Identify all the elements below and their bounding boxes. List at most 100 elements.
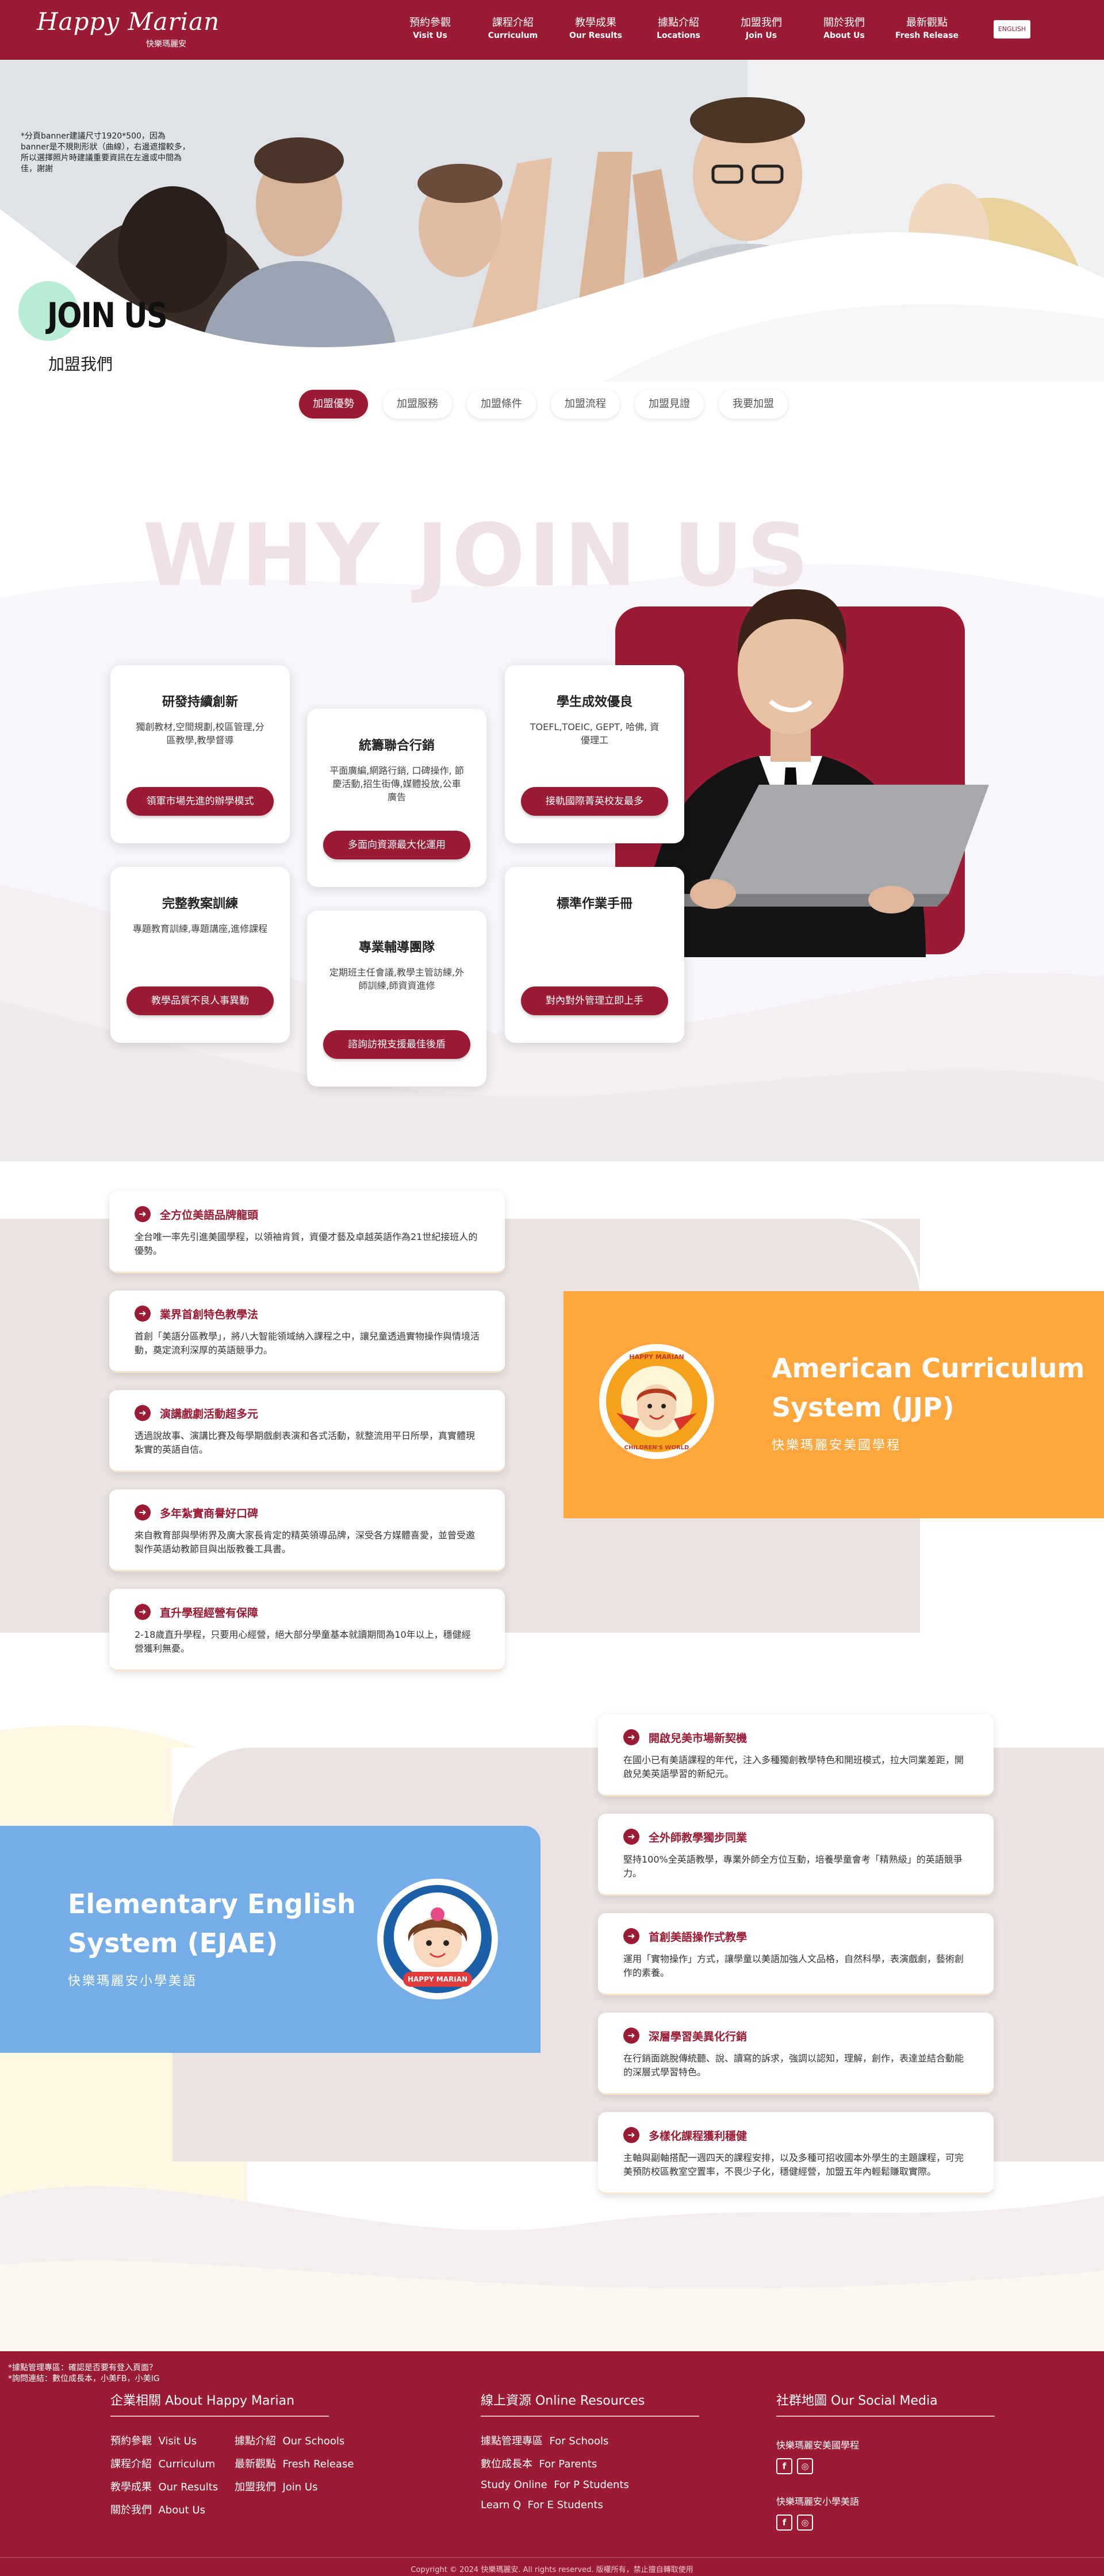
nav-about-us[interactable]: 關於我們 About Us xyxy=(803,16,885,41)
card-button[interactable]: 接軌國際菁英校友最多 xyxy=(521,787,668,816)
nav-label-en: Curriculum xyxy=(488,31,538,40)
nav-our-results[interactable]: 教學成果 Our Results xyxy=(554,16,637,41)
happy-marian-elementary-badge-logo: HAPPY MARIAN xyxy=(377,1879,498,1999)
banner-size-note: *分頁banner建議尺寸1920*500，因為banner是不規則形狀（曲線）… xyxy=(21,132,190,174)
feature-desc: 全台唯一率先引進美國學程，以領袖肯質，資優才藝及卓越英語作為21世紀接班人的優勢… xyxy=(135,1231,478,1256)
social-icons: f ◎ xyxy=(776,2458,995,2474)
card-button[interactable]: 教學品質不良人事異動 xyxy=(126,986,274,1015)
tab-process[interactable]: 加盟流程 xyxy=(551,390,620,419)
nav-label-zh: 最新觀點 xyxy=(906,17,948,29)
footer-link-about-us[interactable]: 關於我們 About Us xyxy=(110,2502,235,2517)
badge-top-text: HAPPY MARIAN xyxy=(629,1353,684,1361)
social-group-label: 快樂瑪麗安美國學程 xyxy=(776,2440,860,2451)
card-title: 完整教案訓練 xyxy=(162,897,238,911)
jjp-feature-card: ➜ 業界首創特色教學法 首創「美語分區教學」，將八大智能領域納入課程之中，讓兒童透… xyxy=(109,1291,505,1373)
tab-advantages[interactable]: 加盟優勢 xyxy=(299,390,368,419)
advantage-card-results: 學生成效優良 TOEFL,TOEIC, GEPT, 哈佛, 資優理工 接軌國際菁… xyxy=(505,665,684,843)
logo-subtitle: 快樂瑪麗安 xyxy=(146,40,186,49)
feature-desc: 運用「實物操作」方式，讓學童以美語加強人文品格，自然科學，表演戲劇，藝術創作的素… xyxy=(623,1953,964,1978)
card-button[interactable]: 多面向資源最大化運用 xyxy=(323,831,470,859)
link-en: For E Students xyxy=(527,2499,603,2511)
nav-join-us[interactable]: 加盟我們 Join Us xyxy=(720,16,803,41)
arrow-right-icon: ➜ xyxy=(135,1405,151,1421)
footer-note-line: *詢問連結：數位成長本，小美FB，小美IG xyxy=(8,2374,160,2383)
footer-link-visit-us[interactable]: 預約參觀 Visit Us xyxy=(110,2433,235,2448)
link-zh: 加盟我們 xyxy=(235,2481,276,2493)
social-icons: f ◎ xyxy=(776,2514,995,2531)
footer-link-for-schools[interactable]: 據點管理專區 For Schools xyxy=(481,2433,699,2448)
ejae-feature-card: ➜ 首創美語操作式教學 運用「實物操作」方式，讓學童以美語加強人文品格，自然科學，… xyxy=(598,1913,994,1995)
ejae-feature-card: ➜ 全外師教學獨步同業 堅持100%全英語教學，專業外師全方位互動，培養學童會考「… xyxy=(598,1814,994,1896)
tab-services[interactable]: 加盟服務 xyxy=(383,390,452,419)
happy-marian-badge-logo: HAPPY MARIAN CHILDREN'S WORLD xyxy=(599,1344,714,1459)
page-title: JOIN US xyxy=(47,295,168,336)
facebook-icon[interactable]: f xyxy=(776,2458,792,2474)
facebook-icon[interactable]: f xyxy=(776,2514,792,2531)
jjp-title-block: American Curriculum System (JJP) 快樂瑪麗安美國… xyxy=(772,1349,1084,1453)
language-toggle-button[interactable]: ENGLISH xyxy=(994,20,1030,39)
jjp-subtitle: 快樂瑪麗安美國學程 xyxy=(772,1438,902,1453)
link-en: About Us xyxy=(158,2504,205,2516)
tab-conditions[interactable]: 加盟條件 xyxy=(467,390,536,419)
feature-title: 業界首創特色教學法 xyxy=(160,1308,259,1321)
card-button[interactable]: 諮詢訪視支援最佳後盾 xyxy=(323,1030,470,1059)
ejae-title-line2: System (EJAE) xyxy=(68,1928,278,1959)
nav-visit-us[interactable]: 預約參觀 Visit Us xyxy=(389,16,471,41)
ejae-panel: Elementary English System (EJAE) 快樂瑪麗安小學… xyxy=(0,1826,540,2053)
feature-desc: 透過說故事、演講比賽及每學期戲劇表演和各式活動，就整流用平日所學，真實體現紮實的… xyxy=(135,1430,476,1455)
footer-link-join-us[interactable]: 加盟我們 Join Us xyxy=(235,2479,350,2494)
link-zh: 課程介紹 xyxy=(110,2458,152,2470)
link-zh: Learn Q xyxy=(481,2499,522,2511)
footer-link-curriculum[interactable]: 課程介紹 Curriculum xyxy=(110,2456,235,2471)
feature-desc: 2-18歲直升學程，只要用心經營，絕大部分學童基本就讀期間為10年以上，穩健經營… xyxy=(135,1629,471,1654)
footer-heading: 社群地圖 Our Social Media xyxy=(776,2390,995,2417)
jjp-panel: HAPPY MARIAN CHILDREN'S WORLD American C… xyxy=(564,1291,1104,1518)
nav-label-zh: 關於我們 xyxy=(823,17,865,29)
nav-label-zh: 預約參觀 xyxy=(409,17,451,29)
ejae-title-line1: Elementary English xyxy=(68,1888,356,1919)
card-title: 研發持續創新 xyxy=(162,695,238,709)
feature-title: 多年紮實商譽好口碑 xyxy=(160,1507,259,1520)
footer-link-fresh-release[interactable]: 最新觀點 Fresh Release xyxy=(235,2456,354,2471)
arrow-right-icon: ➜ xyxy=(135,1504,151,1521)
nav-fresh-release[interactable]: 最新觀點 Fresh Release xyxy=(885,16,968,41)
link-zh: 據點管理專區 xyxy=(481,2435,543,2447)
feature-title: 深層學習美異化行銷 xyxy=(649,2030,747,2043)
link-en: For Parents xyxy=(539,2458,597,2470)
jjp-title-line2: System (JJP) xyxy=(772,1392,954,1423)
feature-title: 全方位美語品牌龍頭 xyxy=(160,1208,259,1222)
footer-social-column: 社群地圖 Our Social Media 快樂瑪麗安美國學程 f ◎ 快樂瑪麗… xyxy=(776,2390,995,2531)
nav-label-zh: 據點介紹 xyxy=(658,17,699,29)
advantage-card-training: 完整教案訓練 專題教育訓練,專題講座,進修課程 教學品質不良人事異動 xyxy=(110,867,290,1043)
instagram-icon[interactable]: ◎ xyxy=(797,2514,813,2531)
footer-link-our-results[interactable]: 教學成果 Our Results xyxy=(110,2479,235,2494)
feature-title: 開啟兒美市場新契機 xyxy=(649,1732,747,1745)
footer-heading: 線上資源 Online Resources xyxy=(481,2390,699,2417)
arrow-right-icon: ➜ xyxy=(623,2127,639,2143)
nav-label-en: Fresh Release xyxy=(895,31,959,40)
link-zh: 數位成長本 xyxy=(481,2458,532,2470)
nav-label-en: Our Results xyxy=(569,31,623,40)
link-en: Our Results xyxy=(158,2481,218,2493)
footer-link-study-online[interactable]: Study Online For P Students xyxy=(481,2479,699,2491)
link-zh: 關於我們 xyxy=(110,2504,152,2516)
arrow-right-icon: ➜ xyxy=(623,1829,639,1845)
arrow-right-icon: ➜ xyxy=(135,1306,151,1322)
footer-link-for-parents[interactable]: 數位成長本 For Parents xyxy=(481,2456,699,2471)
footer-link-learn-q[interactable]: Learn Q For E Students xyxy=(481,2499,699,2511)
instagram-icon[interactable]: ◎ xyxy=(797,2458,813,2474)
jjp-feature-card: ➜ 直升學程經營有保障 2-18歲直升學程，只要用心經營，絕大部分學童基本就讀期間… xyxy=(109,1589,505,1671)
tab-apply[interactable]: 我要加盟 xyxy=(719,390,788,419)
footer-note: *據點管理專區：確認是否要有登入頁面？ *詢問連結：數位成長本，小美FB，小美I… xyxy=(8,2363,160,2385)
advantage-card-sop: 標準作業手冊 對內對外管理立即上手 xyxy=(505,867,684,1043)
nav-locations[interactable]: 據點介紹 Locations xyxy=(637,16,720,41)
footer-link-our-schools[interactable]: 據點介紹 Our Schools xyxy=(235,2433,350,2448)
card-button[interactable]: 對內對外管理立即上手 xyxy=(521,986,668,1015)
logo[interactable]: Happy Marian 快樂瑪麗安 xyxy=(37,8,220,49)
tab-testimonials[interactable]: 加盟見證 xyxy=(635,390,704,419)
advantage-card-marketing: 統籌聯合行銷 平面廣編,網路行銷, 口碑操作, 節慶活動,招生街傳,媒體投放,公… xyxy=(307,709,486,887)
nav-curriculum[interactable]: 課程介紹 Curriculum xyxy=(471,16,554,41)
ejae-feature-card: ➜ 深層學習美異化行銷 在行銷面跳脫傳統聽、說、讀寫的訴求，強調以認知，理解，創作… xyxy=(598,2013,994,2095)
card-button[interactable]: 領軍市場先進的辦學模式 xyxy=(126,787,274,816)
site-header: Happy Marian 快樂瑪麗安 預約參觀 Visit Us 課程介紹 Curr… xyxy=(0,0,1104,60)
